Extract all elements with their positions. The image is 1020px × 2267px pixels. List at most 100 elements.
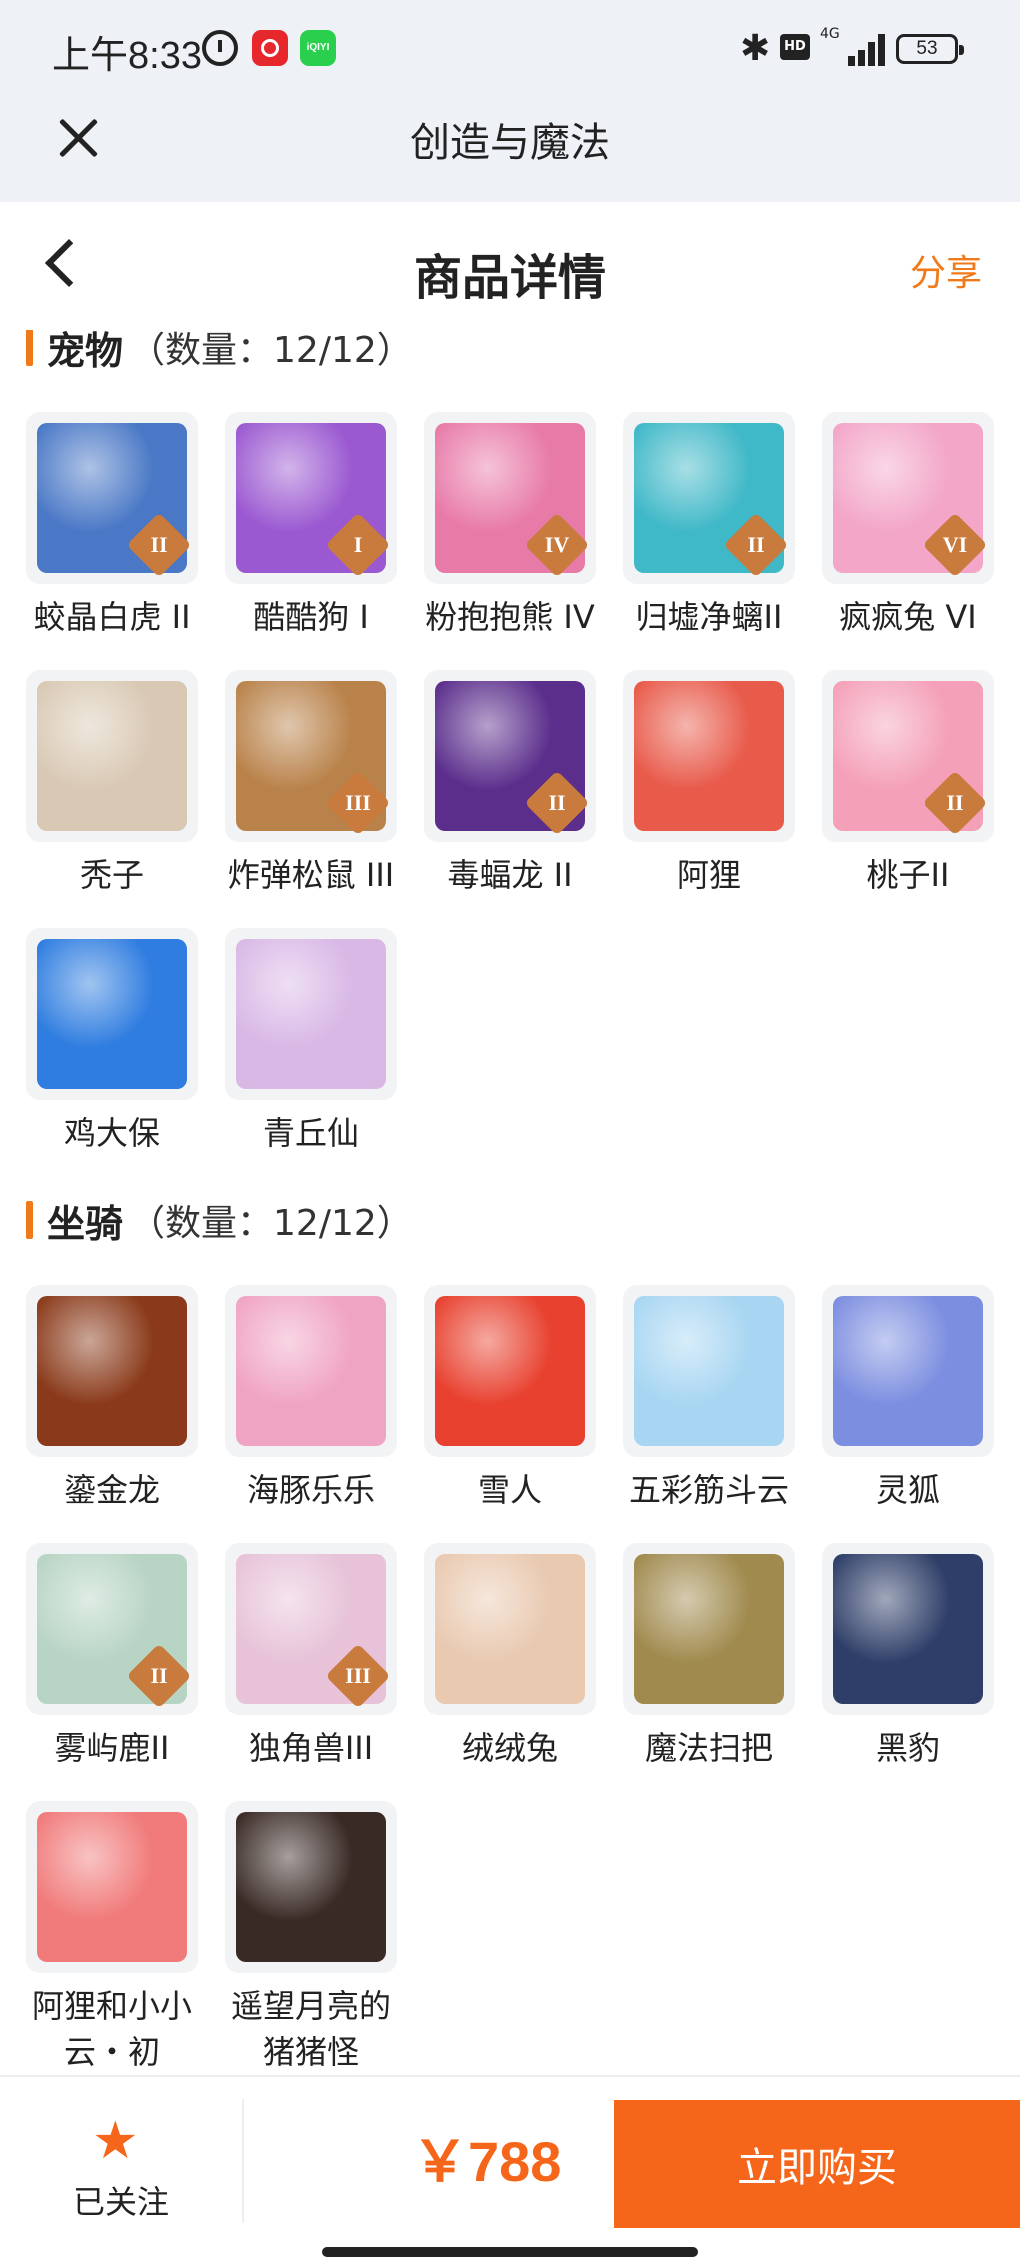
tier-badge-text: I bbox=[353, 532, 363, 557]
item-card[interactable]: 魔法扫把 bbox=[623, 1543, 795, 1771]
tier-badge-text: III bbox=[345, 1663, 371, 1688]
follow-label: 已关注 bbox=[72, 2183, 169, 2221]
item-name: 阿狸和小小云・初 bbox=[31, 1987, 192, 2070]
item-name: 雪人 bbox=[477, 1471, 542, 1509]
section-header-pets: 宠物 （数量：12/12） bbox=[26, 330, 413, 373]
netease-music-icon bbox=[252, 30, 288, 66]
price: ￥788 bbox=[412, 2130, 562, 2193]
item-name: 五彩筋斗云 bbox=[628, 1471, 789, 1509]
item-image bbox=[37, 681, 187, 831]
section-accent-bar bbox=[26, 330, 33, 366]
item-thumbnail bbox=[225, 928, 397, 1100]
item-name: 炸弹松鼠 III bbox=[227, 856, 395, 894]
item-thumbnail: IV bbox=[424, 412, 596, 584]
item-card[interactable]: II 归墟净螭II bbox=[623, 412, 795, 640]
item-image bbox=[435, 1554, 585, 1704]
item-name: 秃子 bbox=[79, 856, 144, 894]
item-card[interactable]: 绒绒兔 bbox=[424, 1543, 596, 1771]
item-name: 鎏金龙 bbox=[63, 1471, 160, 1509]
item-thumbnail: I bbox=[225, 412, 397, 584]
item-name: 黑豹 bbox=[875, 1729, 940, 1767]
item-card[interactable]: VI 疯疯兔 VI bbox=[822, 412, 994, 640]
item-name: 粉抱抱熊 IV bbox=[425, 598, 595, 636]
page-title: 商品详情 bbox=[413, 250, 606, 306]
item-name: 魔法扫把 bbox=[644, 1729, 773, 1767]
item-image bbox=[634, 681, 784, 831]
item-card[interactable]: 秃子 bbox=[26, 670, 198, 898]
item-name: 酷酷狗 I bbox=[253, 598, 369, 636]
home-indicator[interactable] bbox=[322, 2247, 698, 2257]
battery-icon: 53 bbox=[896, 34, 964, 64]
status-bar: 上午8:33 iQIYI ✱ HD 4G 53 bbox=[0, 0, 1020, 100]
item-card[interactable]: 青丘仙 bbox=[225, 928, 397, 1156]
item-name: 绒绒兔 bbox=[461, 1729, 558, 1767]
item-image bbox=[634, 1554, 784, 1704]
follow-button[interactable]: ★ 已关注 bbox=[0, 2077, 242, 2229]
item-name: 毒蝠龙 II bbox=[447, 856, 573, 894]
item-card[interactable]: 五彩筋斗云 bbox=[623, 1285, 795, 1513]
section-title: 坐骑 bbox=[47, 1201, 124, 1246]
share-button[interactable]: 分享 bbox=[910, 244, 982, 296]
mounts-grid: 鎏金龙 海豚乐乐 雪人 五彩筋斗云 灵狐 II 雾屿鹿II III 独角兽III 绒绒兔 魔法扫把 黑… bbox=[26, 1285, 996, 2070]
bluetooth-icon: ✱ bbox=[740, 28, 771, 69]
item-thumbnail bbox=[822, 1285, 994, 1457]
item-image bbox=[236, 1812, 386, 1962]
item-name: 雾屿鹿II bbox=[54, 1729, 170, 1767]
alarm-icon bbox=[202, 30, 238, 66]
item-card[interactable]: 遥望月亮的猪猪怪 bbox=[225, 1801, 397, 2070]
item-thumbnail bbox=[26, 928, 198, 1100]
item-card[interactable]: 鎏金龙 bbox=[26, 1285, 198, 1513]
item-card[interactable]: 雪人 bbox=[424, 1285, 596, 1513]
item-name: 蛟晶白虎 II bbox=[33, 598, 191, 636]
item-name: 灵狐 bbox=[875, 1471, 940, 1509]
item-card[interactable]: 阿狸 bbox=[623, 670, 795, 898]
tier-badge-text: II bbox=[747, 532, 765, 557]
item-name: 桃子II bbox=[866, 856, 950, 894]
status-time: 上午8:33 bbox=[52, 35, 202, 77]
item-card[interactable]: III 炸弹松鼠 III bbox=[225, 670, 397, 898]
tier-badge-text: II bbox=[150, 1663, 168, 1688]
item-image bbox=[634, 1296, 784, 1446]
star-icon: ★ bbox=[92, 2111, 139, 2171]
item-card[interactable]: 阿狸和小小云・初 bbox=[26, 1801, 198, 2070]
item-thumbnail bbox=[424, 1285, 596, 1457]
item-name: 海豚乐乐 bbox=[246, 1471, 375, 1509]
item-thumbnail bbox=[26, 670, 198, 842]
product-detail-content[interactable]: 宠物 （数量：12/12） II 蛟晶白虎 II I 酷酷狗 I IV 粉抱抱熊 IV II… bbox=[0, 330, 1020, 2070]
item-thumbnail bbox=[623, 670, 795, 842]
item-image bbox=[37, 1296, 187, 1446]
tier-badge-text: II bbox=[150, 532, 168, 557]
section-count: （数量：12/12） bbox=[129, 1203, 413, 1244]
item-card[interactable]: 黑豹 bbox=[822, 1543, 994, 1771]
tier-badge-text: II bbox=[946, 790, 964, 815]
item-card[interactable]: 灵狐 bbox=[822, 1285, 994, 1513]
signal-icon: 4G bbox=[820, 26, 886, 66]
item-name: 遥望月亮的猪猪怪 bbox=[230, 1987, 391, 2070]
section-header-mounts: 坐骑 （数量：12/12） bbox=[26, 1195, 413, 1246]
item-card[interactable]: III 独角兽III bbox=[225, 1543, 397, 1771]
item-card[interactable]: II 毒蝠龙 II bbox=[424, 670, 596, 898]
item-card[interactable]: I 酷酷狗 I bbox=[225, 412, 397, 640]
item-thumbnail bbox=[26, 1285, 198, 1457]
item-card[interactable]: 海豚乐乐 bbox=[225, 1285, 397, 1513]
item-thumbnail: III bbox=[225, 670, 397, 842]
tier-badge-text: III bbox=[345, 790, 371, 815]
item-thumbnail bbox=[623, 1285, 795, 1457]
app-bar: 创造与魔法 bbox=[0, 100, 1020, 202]
item-thumbnail bbox=[623, 1543, 795, 1715]
item-image bbox=[833, 1296, 983, 1446]
item-name: 阿狸 bbox=[676, 856, 741, 894]
item-card[interactable]: IV 粉抱抱熊 IV bbox=[424, 412, 596, 640]
item-card[interactable]: II 桃子II bbox=[822, 670, 994, 898]
item-card[interactable]: II 雾屿鹿II bbox=[26, 1543, 198, 1771]
item-card[interactable]: II 蛟晶白虎 II bbox=[26, 412, 198, 640]
item-card[interactable]: 鸡大保 bbox=[26, 928, 198, 1156]
tier-badge-text: VI bbox=[942, 532, 968, 557]
item-image bbox=[236, 1296, 386, 1446]
item-name: 青丘仙 bbox=[262, 1114, 359, 1152]
nav-bar: 商品详情 分享 bbox=[0, 202, 1020, 330]
buy-now-button[interactable]: 立即购买 bbox=[614, 2100, 1020, 2228]
section-accent-bar bbox=[26, 1201, 33, 1239]
item-name: 鸡大保 bbox=[63, 1114, 160, 1152]
item-image bbox=[37, 1812, 187, 1962]
